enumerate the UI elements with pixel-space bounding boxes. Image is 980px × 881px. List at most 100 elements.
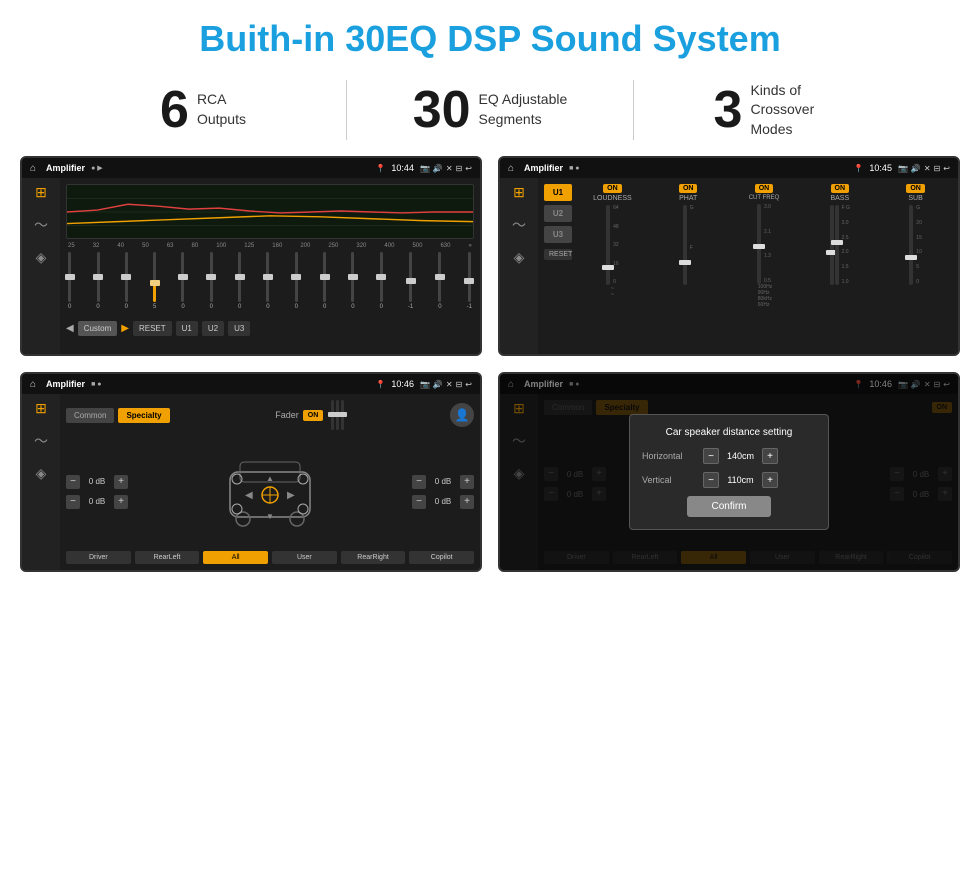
eq-slider-14: 0 bbox=[438, 252, 441, 317]
confirm-button[interactable]: Confirm bbox=[687, 496, 770, 517]
db-minus-1[interactable]: − bbox=[66, 475, 80, 489]
cv-sidebar-icon-2[interactable]: 〜 bbox=[512, 215, 526, 235]
freq-63: 63 bbox=[167, 243, 174, 249]
cv-sidebar-icon-1[interactable]: ⊞ bbox=[513, 184, 525, 201]
cv-app-name: Amplifier bbox=[524, 163, 563, 173]
eq-slider-5: 0 bbox=[181, 252, 184, 317]
db-plus-4[interactable]: + bbox=[460, 495, 474, 509]
freq-125: 125 bbox=[244, 243, 254, 249]
eq-play-icon[interactable]: ▶ bbox=[121, 323, 129, 334]
bass-toggle[interactable]: ON bbox=[831, 184, 850, 193]
eq-prev-icon[interactable]: ◀ bbox=[66, 323, 74, 334]
eq-reset-btn[interactable]: RESET bbox=[133, 321, 172, 336]
fader-sidebar-icon-3[interactable]: ◈ bbox=[36, 465, 47, 482]
user-btn[interactable]: User bbox=[272, 551, 337, 564]
home-icon-3[interactable]: ⌂ bbox=[30, 379, 36, 390]
eq-u3-btn[interactable]: U3 bbox=[228, 321, 250, 336]
fader-sidebar-icon-2[interactable]: 〜 bbox=[34, 431, 48, 451]
copilot-btn[interactable]: Copilot bbox=[409, 551, 474, 564]
rearleft-btn[interactable]: RearLeft bbox=[135, 551, 200, 564]
cv-status-icons: 📷🔊✕⊟↩ bbox=[898, 164, 950, 173]
rearright-btn[interactable]: RearRight bbox=[341, 551, 406, 564]
stat-eq: 30 EQ AdjustableSegments bbox=[347, 84, 633, 136]
eq-freq-labels: 25 32 40 50 63 80 100 125 160 200 250 32… bbox=[66, 243, 474, 249]
common-tab[interactable]: Common bbox=[66, 408, 114, 423]
cutfreq-toggle[interactable]: ON bbox=[755, 184, 774, 193]
fader-main: Common Specialty Fader ON 👤 bbox=[60, 394, 480, 570]
fader-time: 10:46 bbox=[391, 379, 414, 389]
db-plus-1[interactable]: + bbox=[114, 475, 128, 489]
sub-toggle[interactable]: ON bbox=[906, 184, 925, 193]
eq-slider-6: 0 bbox=[210, 252, 213, 317]
db-row-3: − 0 dB + bbox=[412, 475, 474, 489]
home-icon-2[interactable]: ⌂ bbox=[508, 163, 514, 174]
eq-slider-10: 0 bbox=[323, 252, 326, 317]
horizontal-plus-btn[interactable]: + bbox=[762, 448, 778, 464]
freq-320: 320 bbox=[356, 243, 366, 249]
cv-reset-btn[interactable]: RESET bbox=[544, 249, 572, 260]
eq-slider-8: 0 bbox=[266, 252, 269, 317]
db-row-1: − 0 dB + bbox=[66, 475, 128, 489]
specialty-tab[interactable]: Specialty bbox=[118, 408, 169, 423]
freq-500: 500 bbox=[412, 243, 422, 249]
all-btn[interactable]: All bbox=[203, 551, 268, 564]
eq-sidebar: ⊞ 〜 ◈ bbox=[22, 178, 60, 354]
horizontal-minus-btn[interactable]: − bbox=[703, 448, 719, 464]
svg-text:▶: ▶ bbox=[287, 490, 295, 501]
screen-crossover: ⌂ Amplifier ■ ● 📍 10:45 📷🔊✕⊟↩ ⊞ 〜 ◈ U1 bbox=[498, 156, 960, 356]
eq-sliders: 0 0 0 5 0 bbox=[66, 252, 474, 317]
freq-32: 32 bbox=[93, 243, 100, 249]
db-plus-2[interactable]: + bbox=[114, 495, 128, 509]
eq-slider-15: -1 bbox=[467, 252, 472, 317]
stat-rca: 6 RCAOutputs bbox=[60, 84, 346, 136]
vertical-label: Vertical bbox=[642, 475, 697, 485]
fader-sidebar: ⊞ 〜 ◈ bbox=[22, 394, 60, 570]
screen-fader: ⌂ Amplifier ■ ● 📍 10:46 📷🔊✕⊟↩ ⊞ 〜 ◈ Comm… bbox=[20, 372, 482, 572]
car-svg-area: ◀ ▶ ▲ ▼ bbox=[136, 447, 404, 537]
stats-bar: 6 RCAOutputs 30 EQ AdjustableSegments 3 … bbox=[0, 72, 980, 156]
vertical-minus-btn[interactable]: − bbox=[703, 472, 719, 488]
stat-crossover: 3 Kinds ofCrossover Modes bbox=[634, 81, 920, 140]
db-row-4: − 0 dB + bbox=[412, 495, 474, 509]
db-plus-3[interactable]: + bbox=[460, 475, 474, 489]
horizontal-value: 140cm bbox=[723, 451, 758, 461]
fader-on-toggle[interactable]: ON bbox=[303, 410, 324, 421]
vertical-plus-btn[interactable]: + bbox=[762, 472, 778, 488]
freq-160: 160 bbox=[272, 243, 282, 249]
person-icon[interactable]: 👤 bbox=[450, 403, 474, 427]
db-row-2: − 0 dB + bbox=[66, 495, 128, 509]
db-controls-left: − 0 dB + − 0 dB + bbox=[66, 475, 128, 509]
crossover-main: U1 U2 U3 RESET ON LOUDNESS bbox=[538, 178, 958, 354]
db-minus-3[interactable]: − bbox=[412, 475, 426, 489]
u3-button[interactable]: U3 bbox=[544, 226, 572, 243]
cv-phat: ON PHAT G F bbox=[652, 184, 725, 348]
db-minus-2[interactable]: − bbox=[66, 495, 80, 509]
phat-toggle[interactable]: ON bbox=[679, 184, 698, 193]
vertical-control: − 110cm + bbox=[703, 472, 778, 488]
horizontal-control: − 140cm + bbox=[703, 448, 778, 464]
dialog-title: Car speaker distance setting bbox=[642, 427, 816, 438]
db-val-2: 0 dB bbox=[83, 497, 111, 506]
eq-sidebar-icon-1[interactable]: ⊞ bbox=[35, 184, 47, 201]
eq-main: 25 32 40 50 63 80 100 125 160 200 250 32… bbox=[60, 178, 480, 354]
driver-btn[interactable]: Driver bbox=[66, 551, 131, 564]
u1-button[interactable]: U1 bbox=[544, 184, 572, 201]
db-minus-4[interactable]: − bbox=[412, 495, 426, 509]
home-icon[interactable]: ⌂ bbox=[30, 163, 36, 174]
loudness-toggle[interactable]: ON bbox=[603, 184, 622, 193]
eq-bottom: ◀ Custom ▶ RESET U1 U2 U3 bbox=[66, 321, 474, 336]
u-buttons: U1 U2 U3 RESET bbox=[544, 184, 572, 348]
freq-25: 25 bbox=[68, 243, 75, 249]
fader-sidebar-icon-1[interactable]: ⊞ bbox=[35, 400, 47, 417]
page-title: Buith-in 30EQ DSP Sound System bbox=[0, 0, 980, 72]
eq-sidebar-icon-2[interactable]: 〜 bbox=[34, 215, 48, 235]
eq-u1-btn[interactable]: U1 bbox=[176, 321, 198, 336]
eq-slider-13: -1 bbox=[408, 252, 413, 317]
eq-sidebar-icon-3[interactable]: ◈ bbox=[36, 249, 47, 266]
stat-rca-label: RCAOutputs bbox=[197, 90, 246, 129]
cv-sidebar-icon-3[interactable]: ◈ bbox=[514, 249, 525, 266]
u2-button[interactable]: U2 bbox=[544, 205, 572, 222]
dialog-overlay: Car speaker distance setting Horizontal … bbox=[500, 374, 958, 570]
eq-custom-btn[interactable]: Custom bbox=[78, 321, 118, 336]
eq-u2-btn[interactable]: U2 bbox=[202, 321, 224, 336]
